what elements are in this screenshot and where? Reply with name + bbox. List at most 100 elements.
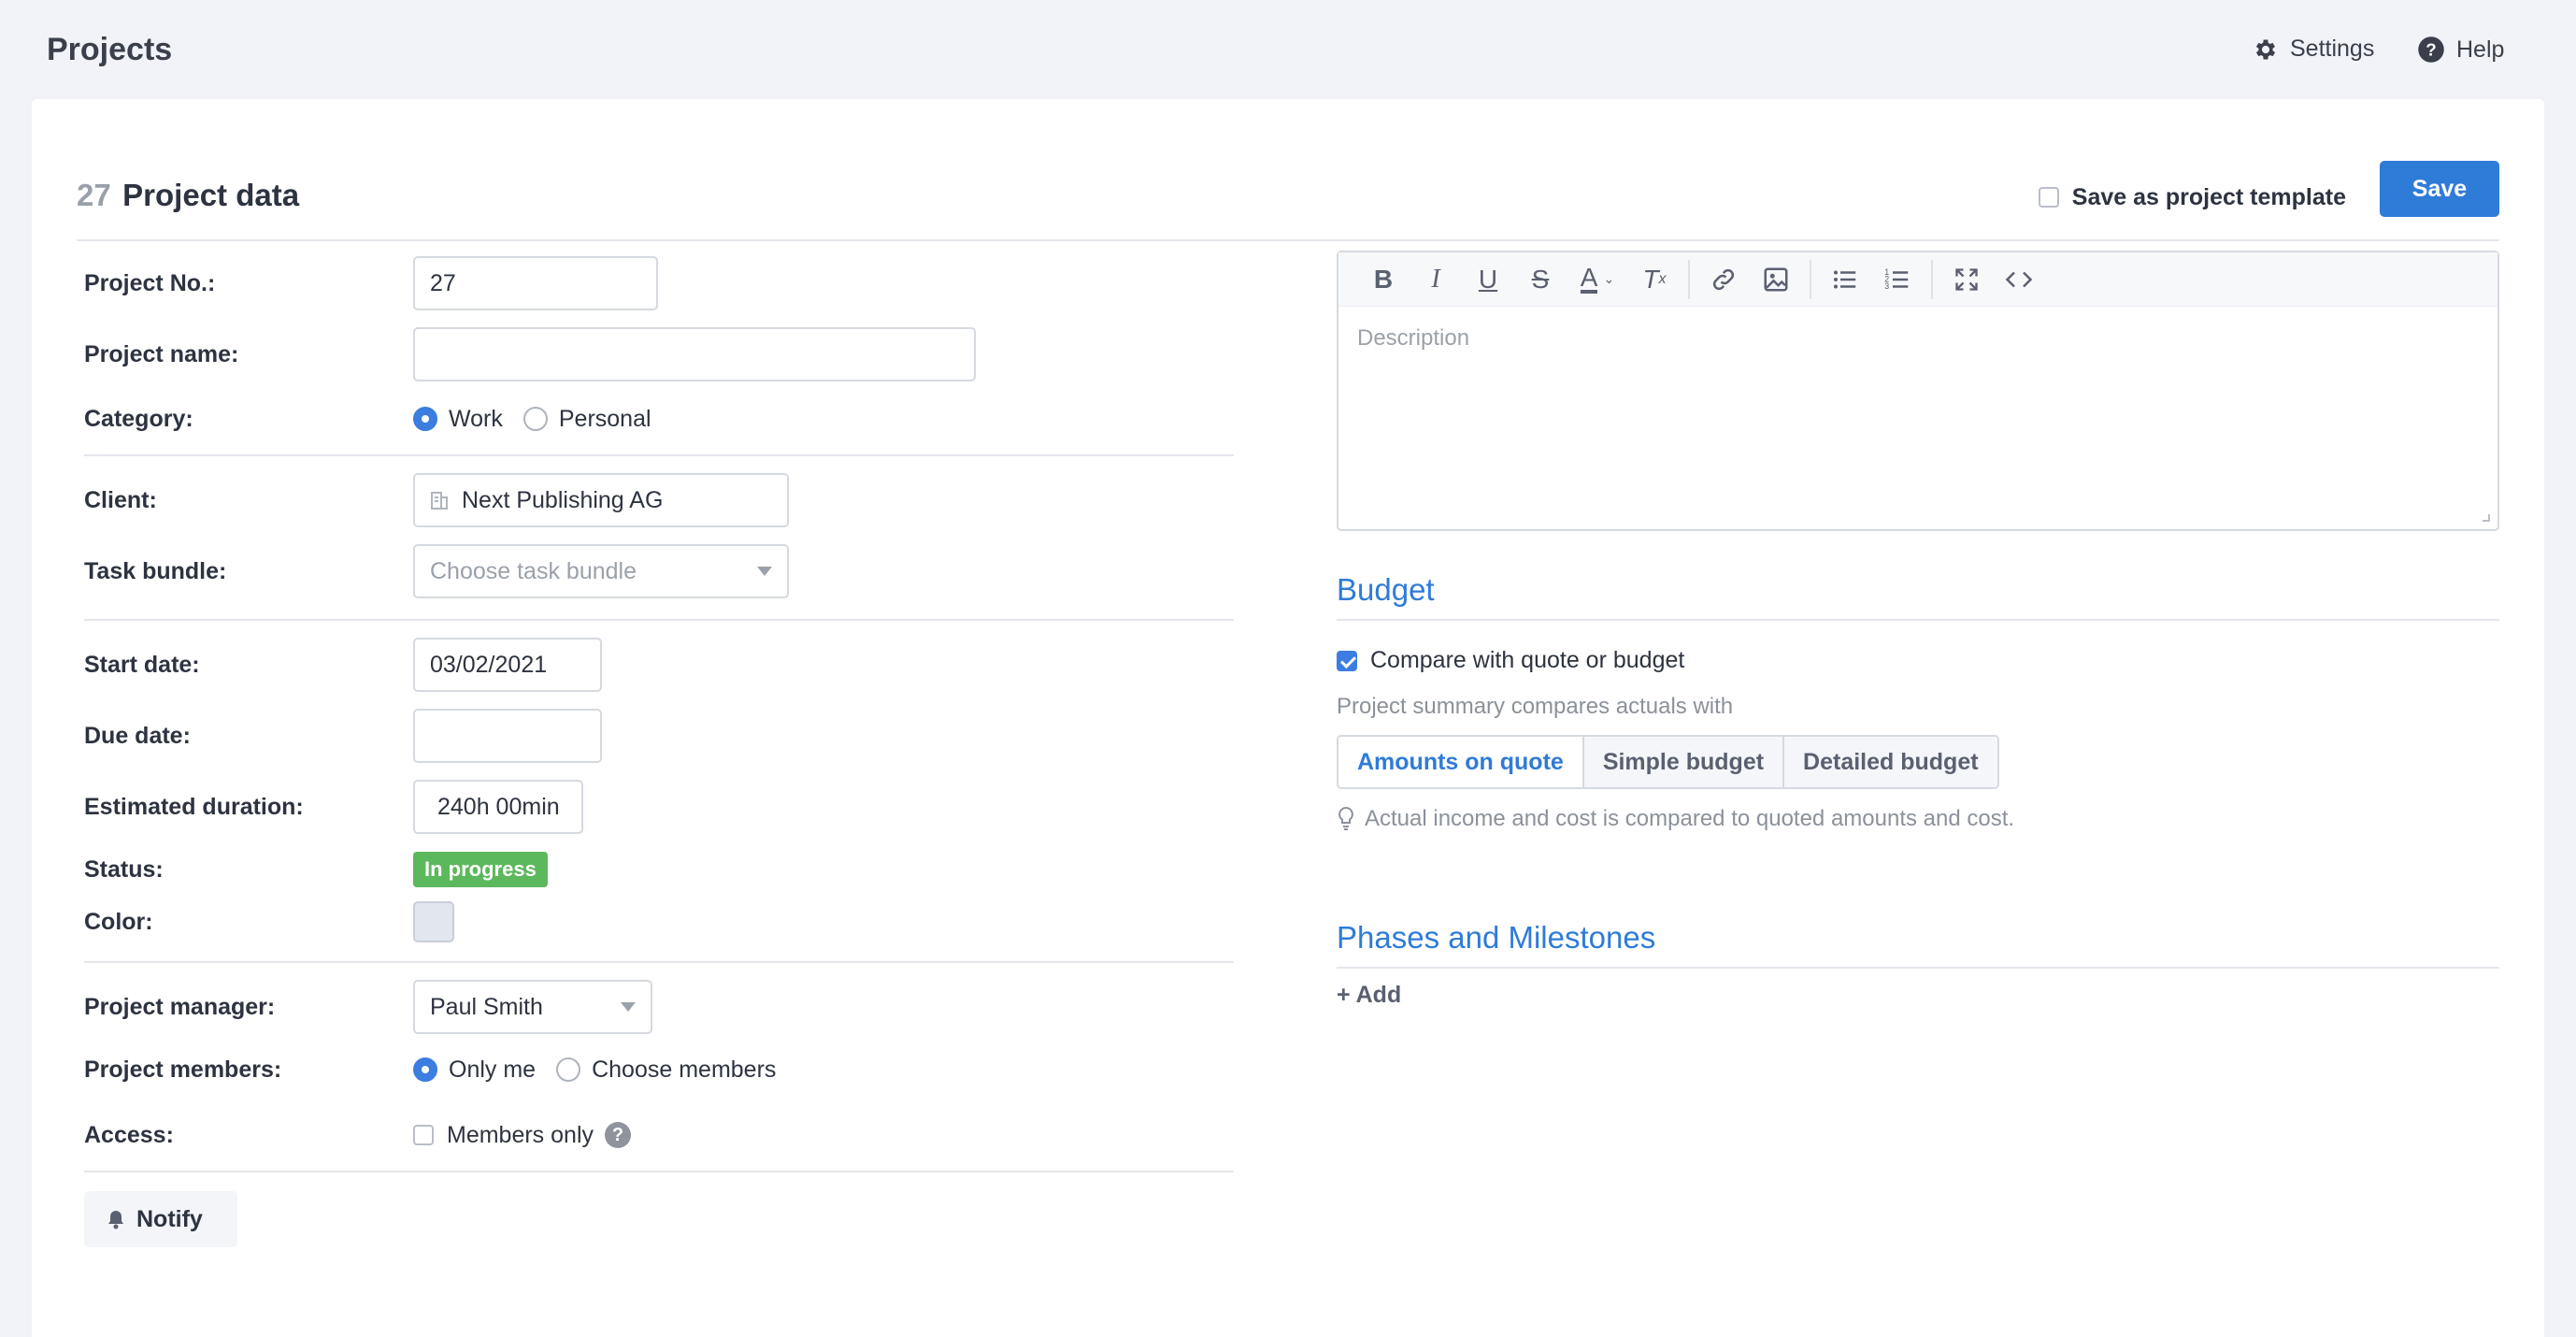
project-manager-row: Project manager: Paul Smith — [84, 980, 652, 1034]
notify-button[interactable]: Notify — [84, 1191, 237, 1247]
lightbulb-icon — [1338, 806, 1353, 830]
budget-hint: Actual income and cost is compared to qu… — [1337, 806, 2014, 832]
mode-detailed-budget[interactable]: Detailed budget — [1782, 737, 1997, 787]
start-date-label: Start date: — [84, 651, 200, 678]
members-only-me-label: Only me — [449, 1056, 537, 1083]
category-work-radio[interactable] — [413, 407, 437, 431]
compare-budget-label: Compare with quote or budget — [1370, 647, 1685, 673]
task-bundle-row: Task bundle: Choose task bundle — [84, 544, 789, 598]
svg-text:?: ? — [2426, 39, 2436, 59]
budget-summary-text: Project summary compares actuals with — [1337, 694, 1734, 719]
toolbar-separator — [1688, 259, 1690, 299]
members-choose-radio[interactable] — [556, 1057, 581, 1082]
clear-format-icon[interactable]: Tx — [1628, 252, 1681, 307]
start-date-input[interactable]: 03/02/2021 — [413, 638, 602, 692]
category-personal-label: Personal — [558, 405, 651, 432]
toolbar-separator — [1931, 259, 1933, 299]
editor-toolbar: B I U S A ⌄ Tx 123 — [1338, 252, 2497, 307]
image-icon[interactable] — [1750, 252, 1802, 307]
category-row: Category: Work Personal — [84, 400, 672, 438]
members-only-me-radio[interactable] — [413, 1057, 437, 1082]
members-only-checkbox[interactable] — [413, 1125, 434, 1145]
members-choose-label: Choose members — [592, 1056, 777, 1083]
budget-section-title: Budget — [1337, 572, 2499, 621]
card-header: 27 Project data Save as project template… — [77, 161, 2499, 241]
gear-icon — [2255, 39, 2276, 59]
color-swatch[interactable] — [413, 901, 454, 942]
strikethrough-icon[interactable]: S — [1514, 252, 1567, 307]
estimated-duration-label: Estimated duration: — [84, 793, 304, 820]
project-no-input[interactable]: 27 — [413, 256, 658, 310]
project-no-label: Project No.: — [84, 269, 216, 296]
settings-label: Settings — [2290, 36, 2375, 62]
divider — [84, 1171, 1234, 1172]
members-only-me-option[interactable]: Only me — [413, 1057, 536, 1084]
client-input[interactable]: Next Publishing AG — [413, 473, 789, 527]
start-date-value: 03/02/2021 — [430, 651, 548, 678]
task-bundle-select[interactable]: Choose task bundle — [413, 544, 789, 598]
text-color-icon[interactable]: A ⌄ — [1567, 252, 1628, 307]
category-work-option[interactable]: Work — [413, 406, 503, 433]
project-number-label: 27 — [77, 178, 111, 212]
svg-text:3: 3 — [1884, 281, 1889, 291]
question-circle-icon: ? — [2418, 36, 2444, 63]
estimated-duration-value: 240h 00min — [437, 793, 560, 820]
resize-handle[interactable] — [2483, 514, 2490, 522]
compare-budget-option[interactable]: Compare with quote or budget — [1337, 647, 1684, 674]
description-editor[interactable]: B I U S A ⌄ Tx 123 Description — [1337, 251, 2499, 531]
italic-icon[interactable]: I — [1410, 252, 1462, 307]
task-bundle-placeholder: Choose task bundle — [430, 557, 637, 584]
due-date-label: Due date: — [84, 722, 191, 749]
due-date-input[interactable] — [413, 709, 602, 763]
status-badge[interactable]: In progress — [413, 852, 548, 887]
project-name-input[interactable] — [413, 327, 976, 381]
project-manager-select[interactable]: Paul Smith — [413, 980, 652, 1034]
mode-simple-budget[interactable]: Simple budget — [1581, 737, 1783, 787]
project-no-row: Project No.: 27 — [84, 256, 658, 310]
members-choose-option[interactable]: Choose members — [556, 1057, 776, 1084]
access-row: Access: Members only ? — [84, 1116, 631, 1154]
project-manager-value: Paul Smith — [430, 993, 543, 1020]
settings-button[interactable]: Settings — [2253, 36, 2374, 63]
members-only-label: Members only — [447, 1121, 594, 1148]
members-only-option[interactable]: Members only — [413, 1122, 594, 1149]
code-view-icon[interactable] — [1993, 252, 2045, 307]
numbered-list-icon[interactable]: 123 — [1871, 252, 1924, 307]
color-row: Color: — [84, 901, 454, 942]
compare-budget-checkbox[interactable] — [1337, 650, 1357, 671]
status-row: Status: In progress — [84, 851, 548, 888]
due-date-row: Due date: — [84, 709, 602, 763]
category-personal-option[interactable]: Personal — [522, 405, 651, 433]
estimated-duration-input[interactable]: 240h 00min — [413, 780, 583, 834]
divider — [84, 454, 1234, 456]
description-placeholder: Description — [1357, 325, 1470, 351]
top-bar: Projects Settings ? Help — [0, 0, 2576, 99]
divider — [84, 961, 1234, 963]
client-row: Client: Next Publishing AG — [84, 473, 789, 527]
save-button[interactable]: Save — [2380, 161, 2499, 217]
help-button[interactable]: ? Help — [2417, 36, 2504, 64]
category-work-label: Work — [449, 405, 503, 432]
bullet-list-icon[interactable] — [1819, 252, 1871, 307]
save-template-option[interactable]: Save as project template — [2038, 174, 2346, 221]
access-label: Access: — [84, 1121, 174, 1148]
app-title: Projects — [47, 32, 173, 67]
budget-mode-selector: Amounts on quote Simple budget Detailed … — [1337, 735, 1999, 789]
mode-amounts-on-quote[interactable]: Amounts on quote — [1338, 737, 1582, 787]
add-phase-button[interactable]: + Add — [1337, 982, 1401, 1009]
project-manager-label: Project manager: — [84, 993, 276, 1020]
help-icon[interactable]: ? — [605, 1122, 631, 1148]
category-personal-radio[interactable] — [522, 407, 548, 431]
page-title-text: Project data — [122, 178, 300, 212]
project-members-label: Project members: — [84, 1056, 282, 1083]
project-name-row: Project name: — [84, 327, 976, 381]
category-label: Category: — [84, 405, 193, 432]
start-date-row: Start date: 03/02/2021 — [84, 638, 602, 692]
divider — [84, 619, 1234, 621]
save-template-checkbox[interactable] — [2038, 187, 2059, 208]
bold-icon[interactable]: B — [1357, 252, 1410, 307]
status-label: Status: — [84, 855, 164, 883]
underline-icon[interactable]: U — [1462, 252, 1514, 307]
link-icon[interactable] — [1697, 252, 1750, 307]
fullscreen-icon[interactable] — [1940, 252, 1993, 307]
